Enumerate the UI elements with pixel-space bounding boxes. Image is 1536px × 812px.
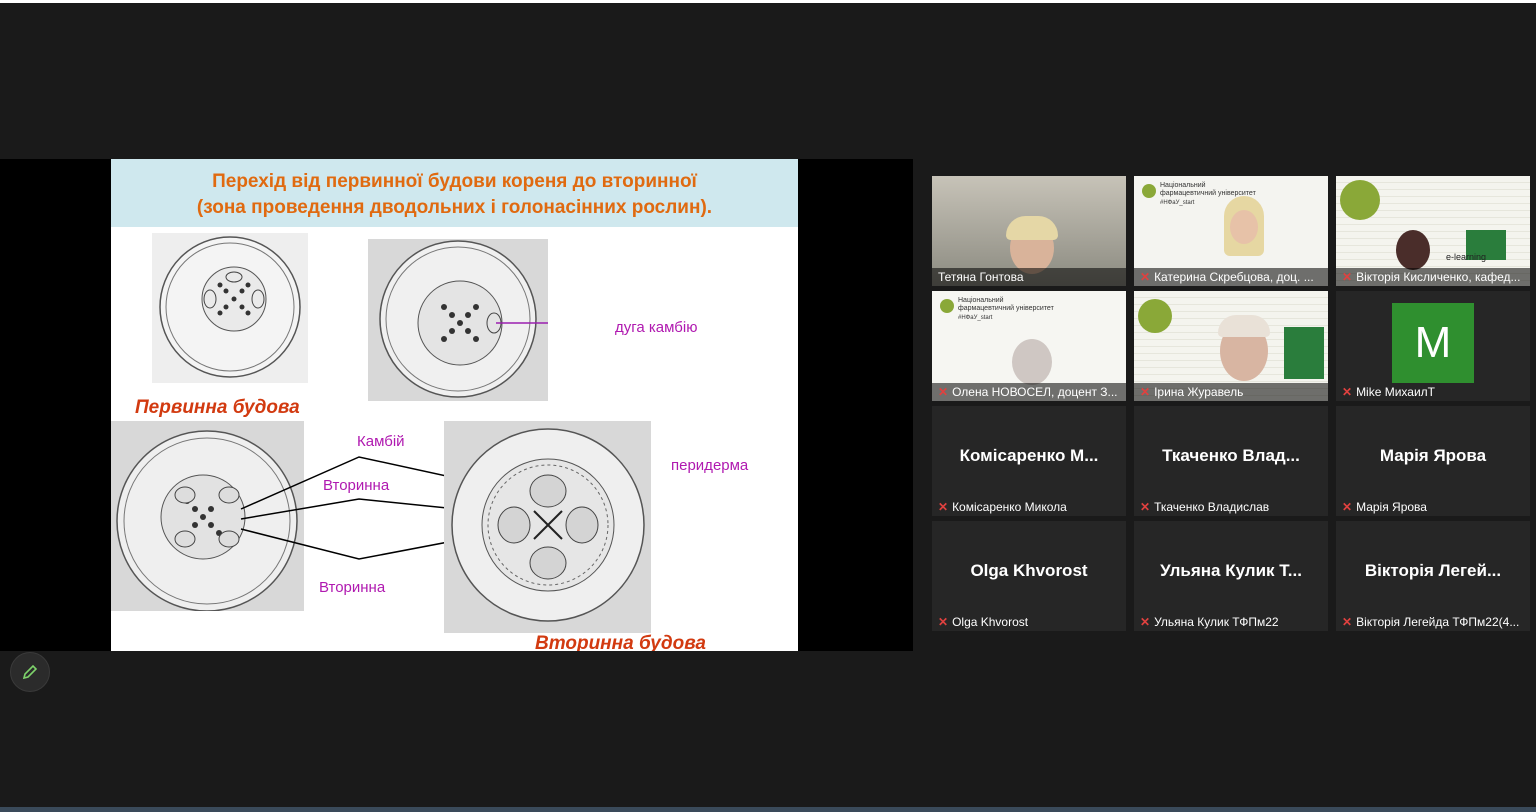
- university-logo-icon: [940, 299, 954, 313]
- mic-muted-icon: ✕: [1140, 500, 1151, 514]
- participant-display-name: Комісаренко М...: [959, 446, 1099, 465]
- participant-name: ✕ Olga Khvorost: [938, 615, 1029, 629]
- participant-tile[interactable]: e-learning ✕ Вікторія Кисличенко, кафед..…: [1336, 176, 1530, 286]
- mic-muted-icon: ✕: [1342, 615, 1353, 629]
- mic-muted-icon: ✕: [938, 500, 949, 514]
- participant-tile[interactable]: Марія Ярова ✕ Марія Ярова: [1336, 406, 1530, 516]
- mic-muted-icon: ✕: [938, 385, 949, 399]
- participant-tile[interactable]: Вікторія Легей... ✕ Вікторія Легейда ТФПм…: [1336, 521, 1530, 631]
- participant-tile[interactable]: Тетяна Гонтова: [932, 176, 1126, 286]
- participant-tile[interactable]: M ✕ Mike МихаилТ: [1336, 291, 1530, 401]
- taskbar-edge: [0, 807, 1536, 812]
- participant-name: ✕ Ульяна Кулик ТФПм22: [1140, 615, 1279, 629]
- mic-muted-icon: ✕: [1342, 500, 1353, 514]
- participant-name: ✕ Mike МихаилТ: [1342, 385, 1436, 399]
- mic-muted-icon: ✕: [1140, 270, 1151, 284]
- university-logo-icon: [1340, 180, 1380, 220]
- label-secondary-1: Вторинна: [323, 477, 390, 494]
- participant-name: Тетяна Гонтова: [932, 268, 1126, 286]
- e-learning-label: e-learning: [1446, 252, 1487, 262]
- label-periderm: перидерма: [671, 457, 749, 474]
- hashtag: #НФаУ_start: [1160, 200, 1195, 206]
- university-logo-icon: [1142, 184, 1156, 198]
- participant-display-name: Марія Ярова: [1379, 446, 1487, 465]
- participant-display-name: Вікторія Легей...: [1364, 561, 1502, 580]
- participant-tile[interactable]: Національний фармацевтичний університет …: [1134, 176, 1328, 286]
- participant-tile[interactable]: Комісаренко М... ✕ Комісаренко Микола: [932, 406, 1126, 516]
- presentation-slide: Перехід від первинної будови кореня до в…: [111, 159, 798, 651]
- mic-muted-icon: ✕: [938, 615, 949, 629]
- participant-name: ✕ Ткаченко Владислав: [1140, 500, 1270, 514]
- participant-display-name: Ульяна Кулик Т...: [1160, 561, 1302, 580]
- label-secondary-2: Вторинна: [319, 579, 386, 596]
- participant-name: ✕ Марія Ярова: [1342, 500, 1427, 514]
- participant-avatar: M: [1392, 303, 1474, 383]
- pencil-icon: [22, 664, 38, 680]
- mic-muted-icon: ✕: [1342, 270, 1353, 284]
- mic-muted-icon: ✕: [1342, 385, 1353, 399]
- participant-tile[interactable]: Ткаченко Влад... ✕ Ткаченко Владислав: [1134, 406, 1328, 516]
- participant-name: ✕ Ірина Журавель: [1134, 383, 1328, 401]
- caption-secondary-structure: Вторинна будова: [535, 633, 706, 651]
- mic-muted-icon: ✕: [1140, 385, 1151, 399]
- participant-tile[interactable]: Національний фармацевтичний університет …: [932, 291, 1126, 401]
- participant-display-name: Ткаченко Влад...: [1162, 446, 1300, 465]
- participant-name: ✕ Вікторія Легейда ТФПм22(4...: [1342, 615, 1520, 629]
- participant-name: ✕ Комісаренко Микола: [938, 500, 1067, 514]
- participant-name: ✕ Катерина Скребцова, доц. ...: [1134, 268, 1328, 286]
- top-bar: [0, 0, 1536, 3]
- participant-name: ✕ Олена НОВОСЕЛ, доцент З...: [932, 383, 1126, 401]
- label-cambium: Камбій: [357, 433, 405, 450]
- e-learning-icon: [1284, 327, 1324, 379]
- university-logo-icon: [1138, 299, 1172, 333]
- annotate-button[interactable]: [10, 652, 50, 692]
- mic-muted-icon: ✕: [1140, 615, 1151, 629]
- participant-tile[interactable]: Ульяна Кулик Т... ✕ Ульяна Кулик ТФПм22: [1134, 521, 1328, 631]
- participant-display-name: Olga Khvorost: [970, 561, 1088, 580]
- participant-name: ✕ Вікторія Кисличенко, кафед...: [1336, 268, 1530, 286]
- participant-tile[interactable]: Olga Khvorost ✕ Olga Khvorost: [932, 521, 1126, 631]
- university-name: Національний фармацевтичний університет: [958, 297, 1054, 312]
- participant-tile[interactable]: ✕ Ірина Журавель: [1134, 291, 1328, 401]
- diagram-secondary-2: [444, 421, 651, 633]
- root-cross-section-4: [451, 428, 645, 622]
- hashtag: #НФаУ_start: [958, 315, 993, 321]
